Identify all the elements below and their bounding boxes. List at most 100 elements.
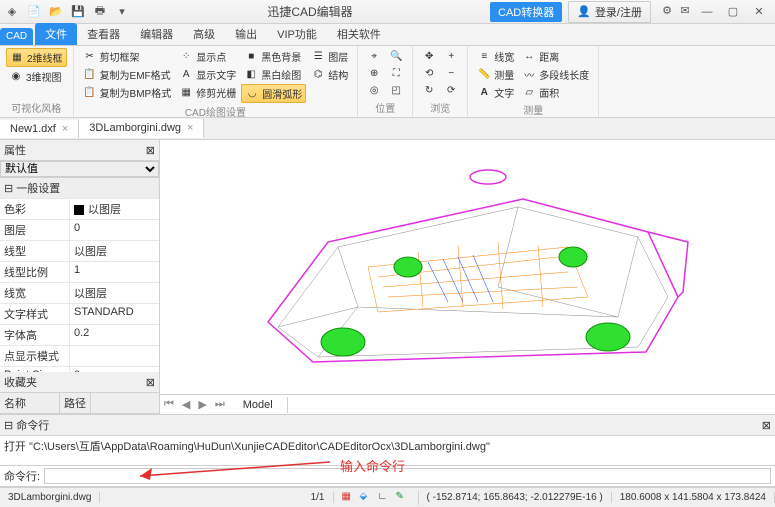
- car-wireframe: [218, 147, 718, 387]
- ribbon-browse-6[interactable]: ⟳: [441, 82, 461, 98]
- ribbon-browse-2[interactable]: ⟲: [419, 65, 439, 81]
- ribbon-smooth-arc[interactable]: ◡圆滑弧形: [241, 84, 306, 103]
- ribbon-clip-frame[interactable]: ✂剪切框架: [80, 48, 175, 65]
- ribbon-area[interactable]: ▱面积: [519, 84, 592, 101]
- settings-icon[interactable]: ⚙: [659, 3, 675, 19]
- orbit-icon: ⟲: [422, 66, 436, 80]
- ribbon-pos-3[interactable]: ◎: [364, 82, 384, 98]
- prop-val[interactable]: 以图层: [70, 199, 159, 219]
- ribbon-browse-5[interactable]: −: [441, 65, 461, 81]
- menu-tab-editor[interactable]: 编辑器: [130, 23, 183, 45]
- fav-col-name[interactable]: 名称: [0, 393, 60, 413]
- ribbon-show-points[interactable]: ⁘显示点: [176, 48, 239, 65]
- model-tab[interactable]: Model: [229, 397, 288, 413]
- ruler-icon: 📏: [477, 68, 491, 82]
- close-tab-icon[interactable]: ×: [187, 122, 193, 134]
- ribbon-structure[interactable]: ⌬结构: [308, 66, 351, 83]
- ribbon-distance[interactable]: ↔距离: [519, 48, 592, 65]
- ribbon-3d-view[interactable]: ◉3维视图: [6, 68, 67, 85]
- ribbon-browse-4[interactable]: +: [441, 48, 461, 64]
- menu-tab-file[interactable]: 文件: [35, 23, 77, 45]
- properties-default-select[interactable]: 默认值: [0, 161, 159, 177]
- prop-key: 字体高: [0, 325, 70, 345]
- ribbon-black-bg[interactable]: ■黑色背景: [241, 48, 306, 65]
- ribbon-2d-wireframe[interactable]: ▦2维线框: [6, 48, 67, 67]
- save-icon[interactable]: 💾: [70, 4, 86, 20]
- prop-group[interactable]: ⊟ 一般设置: [0, 178, 159, 198]
- polyline-icon: 〰: [522, 68, 536, 82]
- grid-icon[interactable]: ▦: [342, 491, 356, 505]
- login-button[interactable]: 👤 登录/注册: [568, 1, 651, 23]
- model-tab-first[interactable]: ⏮: [160, 398, 178, 411]
- prop-key: 图层: [0, 220, 70, 240]
- ribbon-measure[interactable]: 📏测量: [474, 66, 517, 83]
- close-button[interactable]: ✕: [747, 3, 771, 21]
- ortho-icon[interactable]: ∟: [378, 491, 392, 505]
- prop-val[interactable]: 以图层: [70, 283, 159, 303]
- ribbon-trim-raster[interactable]: ▦修剪光栅: [176, 84, 239, 101]
- prop-val[interactable]: STANDARD: [70, 304, 159, 324]
- ribbon-browse-3[interactable]: ↻: [419, 82, 439, 98]
- menu-tab-output[interactable]: 输出: [225, 23, 267, 45]
- fav-col-path[interactable]: 路径: [60, 393, 91, 413]
- doc-tab[interactable]: New1.dxf×: [0, 120, 79, 138]
- model-tab-next[interactable]: ▶: [194, 398, 210, 411]
- prop-key: 线宽: [0, 283, 70, 303]
- new-icon[interactable]: 📄: [26, 4, 42, 20]
- ribbon-copy-bmp[interactable]: 📋复制为BMP格式: [80, 84, 175, 101]
- ribbon-show-text[interactable]: A显示文字: [176, 66, 239, 83]
- menu-tab-advanced[interactable]: 高级: [183, 23, 225, 45]
- dropdown-icon[interactable]: ▾: [114, 4, 130, 20]
- login-label: 登录/注册: [595, 4, 642, 20]
- ribbon-text[interactable]: A文字: [474, 84, 517, 101]
- open-icon[interactable]: 📂: [48, 4, 64, 20]
- menu-tab-vip[interactable]: VIP功能: [267, 23, 327, 45]
- panel-close-icon[interactable]: ⊠: [146, 144, 155, 157]
- prop-key: 点显示模式: [0, 346, 70, 366]
- prop-val[interactable]: 以图层: [70, 241, 159, 261]
- locate-icon: ◎: [367, 83, 381, 97]
- ribbon-group-label: 测量: [474, 101, 592, 119]
- viewport-canvas[interactable]: [160, 140, 775, 394]
- cad-convert-button[interactable]: CAD转换器: [490, 2, 562, 22]
- ribbon-pos-1[interactable]: ⌖: [364, 48, 384, 64]
- ribbon-pos-2[interactable]: ⊕: [364, 65, 384, 81]
- snap-icon[interactable]: ⬙: [360, 491, 374, 505]
- prop-val[interactable]: 0: [70, 220, 159, 240]
- minimize-button[interactable]: —: [695, 3, 719, 21]
- panel-close-icon[interactable]: ⊠: [146, 376, 155, 389]
- ribbon-polyline-length[interactable]: 〰多段线长度: [519, 66, 592, 83]
- ribbon-group-label: 位置: [364, 99, 406, 117]
- maximize-button[interactable]: ▢: [721, 3, 745, 21]
- prop-key: 文字样式: [0, 304, 70, 324]
- polar-icon[interactable]: ✎: [396, 491, 410, 505]
- mail-icon[interactable]: ✉: [677, 3, 693, 19]
- area-icon: ▱: [522, 86, 536, 100]
- menu-tab-related[interactable]: 相关软件: [327, 23, 391, 45]
- menu-tab-viewer[interactable]: 查看器: [77, 23, 130, 45]
- prop-val[interactable]: 1: [70, 262, 159, 282]
- print-icon[interactable]: 🖶: [92, 4, 108, 20]
- menu-corner[interactable]: CAD: [0, 28, 33, 45]
- ribbon-layers[interactable]: ☰图层: [308, 48, 351, 65]
- ribbon-pos-6[interactable]: ◰: [386, 82, 406, 98]
- ribbon-lineweight[interactable]: ≡线宽: [474, 48, 517, 65]
- emf-icon: 📋: [83, 68, 97, 82]
- ribbon-copy-emf[interactable]: 📋复制为EMF格式: [80, 66, 175, 83]
- prop-val[interactable]: [70, 346, 159, 366]
- ribbon-pos-5[interactable]: ⛶: [386, 65, 406, 81]
- model-tab-prev[interactable]: ◀: [178, 398, 194, 411]
- raster-icon: ▦: [179, 86, 193, 100]
- doc-tab[interactable]: 3DLamborgini.dwg×: [79, 119, 204, 138]
- zoomin-icon: +: [444, 49, 458, 63]
- ribbon-browse-1[interactable]: ✥: [419, 48, 439, 64]
- ribbon-pos-4[interactable]: 🔍: [386, 48, 406, 64]
- close-tab-icon[interactable]: ×: [62, 123, 68, 135]
- prop-key: 线型: [0, 241, 70, 261]
- panel-close-icon[interactable]: ⊠: [762, 419, 771, 432]
- ribbon-bw-draw[interactable]: ◧黑白绘图: [241, 66, 306, 83]
- command-input[interactable]: [44, 468, 771, 484]
- model-tab-last[interactable]: ⏭: [211, 398, 229, 411]
- prop-val[interactable]: 0.2: [70, 325, 159, 345]
- bg-icon: ■: [244, 50, 258, 64]
